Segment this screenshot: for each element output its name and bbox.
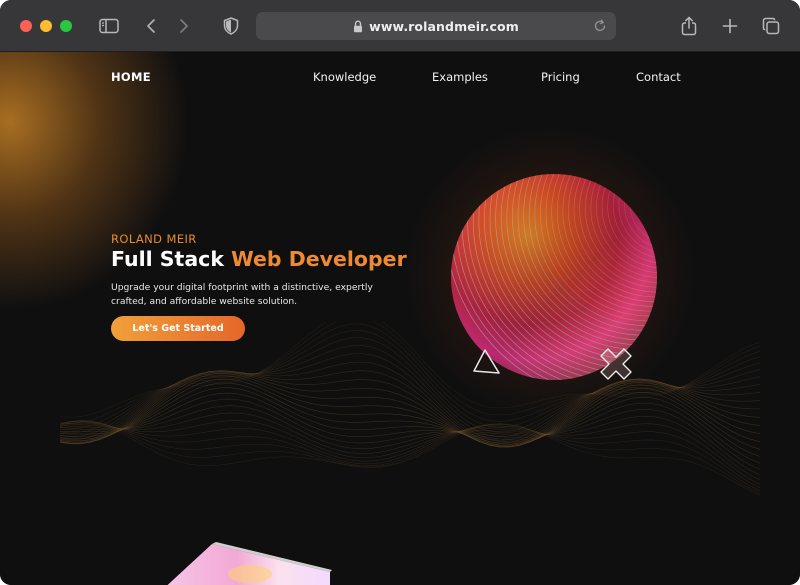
close-window-button[interactable] (20, 20, 32, 32)
hero-subtitle: Upgrade your digital footprint with a di… (111, 282, 373, 307)
nav-link-examples[interactable]: Examples (432, 70, 488, 84)
page-content: HOME Knowledge Examples Pricing Contact … (0, 52, 800, 585)
hero-title: Full Stack Web Developer (111, 247, 407, 271)
tab-overview-icon[interactable] (759, 14, 783, 38)
background-glow (0, 52, 190, 312)
triangle-outline-shape (473, 349, 500, 374)
pastel-cube-illustration (167, 542, 332, 585)
reload-icon[interactable] (592, 18, 608, 39)
lock-icon (353, 19, 363, 33)
share-icon[interactable] (677, 14, 701, 38)
browser-toolbar: www.rolandmeir.com (0, 0, 800, 52)
nav-link-contact[interactable]: Contact (636, 70, 681, 84)
get-started-button[interactable]: Let's Get Started (111, 316, 245, 341)
minimize-window-button[interactable] (40, 20, 52, 32)
chevron-left-icon[interactable] (139, 14, 163, 38)
sidebar-toggle-icon[interactable] (97, 14, 121, 38)
hero-title-plain: Full Stack (111, 247, 232, 271)
address-bar[interactable]: www.rolandmeir.com (256, 12, 616, 40)
nav-home-link[interactable]: HOME (111, 70, 151, 84)
hero-title-accent: Web Developer (231, 247, 407, 271)
zoom-window-button[interactable] (60, 20, 72, 32)
plus-icon[interactable] (718, 14, 742, 38)
nav-link-pricing[interactable]: Pricing (541, 70, 580, 84)
nav-link-knowledge[interactable]: Knowledge (313, 70, 376, 84)
wave-lines-decoration (59, 322, 761, 496)
url-text: www.rolandmeir.com (369, 18, 519, 34)
chevron-right-icon[interactable] (172, 14, 196, 38)
cross-outline-shape (600, 348, 632, 380)
hero-eyebrow: ROLAND MEIR (111, 232, 197, 246)
shield-icon[interactable] (219, 14, 243, 38)
browser-window: www.rolandmeir.com HOME Knowledge Exampl… (0, 0, 800, 585)
